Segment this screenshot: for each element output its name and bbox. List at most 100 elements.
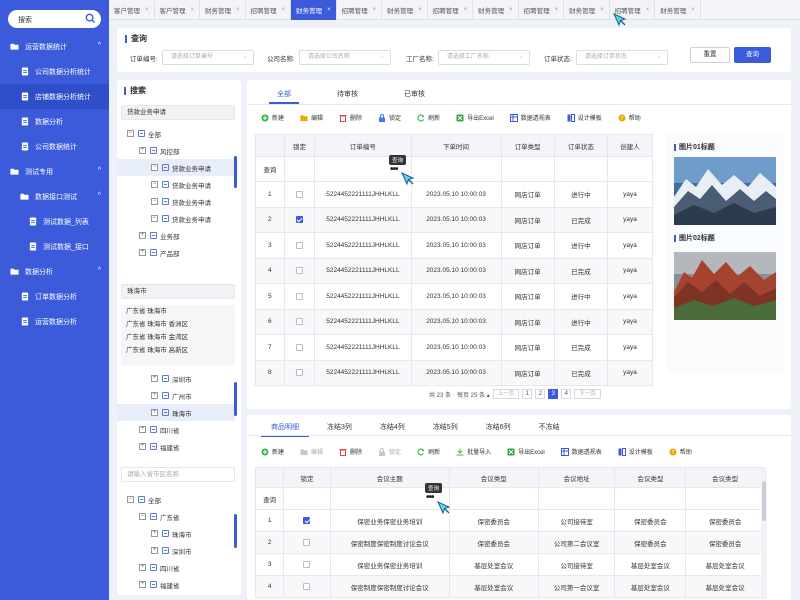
table-row[interactable]: 6 5224452221111JHHLKLL 2023.05.10 10:00:03… xyxy=(255,308,654,335)
toolbar-button[interactable]: 锁定 xyxy=(378,447,401,456)
filter-cell[interactable] xyxy=(685,487,765,510)
page-button[interactable]: 4 xyxy=(561,389,572,399)
tree-toggle-icon[interactable]: − xyxy=(139,513,146,520)
tree-toggle-icon[interactable]: + xyxy=(151,530,158,537)
row-checkbox[interactable] xyxy=(295,343,303,351)
tree-node[interactable]: + 业务部 xyxy=(117,227,235,244)
tree-node[interactable]: − 贷款业务申请 xyxy=(117,210,235,227)
chevron-up-icon[interactable]: ^ xyxy=(98,267,101,274)
sidebar-item[interactable]: 店铺数据分析统计 xyxy=(0,84,109,109)
tab[interactable]: 财务管理 × xyxy=(291,0,337,20)
tree-toggle-icon[interactable]: − xyxy=(151,181,158,188)
tab[interactable]: 财务管理 × xyxy=(564,0,610,20)
table-row[interactable]: 8 5224452221111JHHLKLL 2023.05.10 10:00:03… xyxy=(255,359,654,386)
row-checkbox[interactable] xyxy=(295,369,303,377)
close-icon[interactable]: × xyxy=(600,7,604,13)
sidebar-item[interactable]: 订单数据分析 xyxy=(0,284,109,309)
company-select[interactable]: 请选择公司名称 ⌄ xyxy=(298,50,391,65)
table-row[interactable]: 4 保密制度保密制度讨论会议 基层处室会议 公司第一会议室 基层处室会议 基层处室会议 xyxy=(254,575,765,598)
column-header[interactable]: 订单类型 xyxy=(500,134,555,157)
column-header[interactable]: 会议类型 xyxy=(685,467,765,488)
close-icon[interactable]: × xyxy=(282,7,286,13)
tab[interactable]: 客户管理 × xyxy=(109,0,155,20)
tree-toggle-icon[interactable]: + xyxy=(139,232,146,239)
toolbar-button[interactable]: 刷新 xyxy=(417,447,440,456)
reset-button[interactable]: 重置 xyxy=(690,47,730,63)
tab[interactable]: 财务管理 × xyxy=(473,0,519,20)
row-checkbox[interactable] xyxy=(295,292,303,300)
toolbar-button[interactable]: 刷新 xyxy=(417,113,440,122)
tree-toggle-icon[interactable]: − xyxy=(151,164,158,171)
row-checkbox[interactable] xyxy=(295,216,303,224)
tree-node[interactable]: − 全部 xyxy=(117,491,235,508)
tab[interactable]: 客户管理 × xyxy=(155,0,201,20)
sidebar-item[interactable]: 测试数据_接口 xyxy=(0,234,109,259)
tree-node[interactable]: − 贷款业务申请 xyxy=(117,193,235,210)
column-header[interactable]: 会议地址 xyxy=(537,467,616,488)
table-row[interactable]: 7 5224452221111JHHLKLL 2023.05.10 10:00:03… xyxy=(255,334,654,361)
province-search-input[interactable]: 请输入省市区名称 xyxy=(121,467,235,482)
sidebar-item[interactable]: 公司数据统计 xyxy=(0,134,109,159)
toolbar-button[interactable]: 编辑 xyxy=(300,447,323,456)
mountain-image-1[interactable] xyxy=(674,157,776,225)
mountain-image-2[interactable] xyxy=(674,252,776,320)
table-row[interactable]: 3 5224452221111JHHLKLL 2023.05.10 10:00:03… xyxy=(255,232,654,259)
column-header[interactable]: 下单时间 xyxy=(410,134,502,157)
order-status-select[interactable]: 请选择订单状态 ⌄ xyxy=(575,50,668,65)
table-row[interactable]: 5 5224452221111JHHLKLL 2023.05.10 10:00:03… xyxy=(255,283,654,310)
sidebar-search-input[interactable]: 搜索 xyxy=(8,10,101,28)
tab[interactable]: 财务管理 × xyxy=(655,0,701,20)
sidebar-item[interactable]: 运营数据分析 xyxy=(0,309,109,334)
tree-toggle-icon[interactable]: + xyxy=(151,547,158,554)
sidebar-item[interactable]: 数据接口测试 ^ xyxy=(0,184,109,209)
page-button[interactable]: 1 xyxy=(522,389,533,399)
city-tree-scrollbar[interactable] xyxy=(234,382,237,416)
row-checkbox[interactable] xyxy=(303,582,311,590)
table-row[interactable]: 4 5224452221111JHHLKLL 2023.05.10 10:00:03… xyxy=(255,257,654,284)
tree-node[interactable]: + 四川省 xyxy=(117,559,235,576)
row-checkbox[interactable] xyxy=(303,560,311,568)
filter-cell[interactable] xyxy=(606,156,654,182)
column-header[interactable]: 订单状态 xyxy=(553,134,608,157)
prev-page-button[interactable]: 上一页 xyxy=(492,389,520,399)
toolbar-button[interactable]: 新建 xyxy=(261,113,284,122)
page-size-select[interactable]: 每页 25 条 ▴ xyxy=(457,390,490,399)
tree-node[interactable]: + 珠海市 xyxy=(117,525,235,542)
close-icon[interactable]: × xyxy=(373,7,377,13)
sidebar-item[interactable]: 数据分析 ^ xyxy=(0,259,109,284)
toolbar-button[interactable]: ? 帮助 xyxy=(669,447,692,456)
table-scrollbar-thumb[interactable] xyxy=(762,481,766,521)
toolbar-button[interactable]: 删除 xyxy=(339,447,362,456)
tree-node[interactable]: − 全部 xyxy=(117,125,235,142)
close-icon[interactable]: × xyxy=(191,7,195,13)
filter-cell[interactable] xyxy=(500,156,555,182)
tab[interactable]: 招聘管理 × xyxy=(337,0,383,20)
chevron-up-icon[interactable]: ^ xyxy=(98,42,101,49)
column-header[interactable]: 会议类型 xyxy=(614,467,687,488)
table-row[interactable]: 1 保密业务保密业务培训 保密委员会 公司接待室 保密委员会 保密委员会 xyxy=(254,509,765,532)
tree-node[interactable]: + 风控部 xyxy=(117,142,235,159)
filter-cell[interactable] xyxy=(283,487,331,510)
tree-node[interactable]: + 广州市 xyxy=(117,387,235,404)
close-icon[interactable]: × xyxy=(691,7,695,13)
toolbar-button[interactable]: 导出Excel xyxy=(507,447,545,456)
toolbar-button[interactable]: 编辑 xyxy=(300,113,323,122)
tree-toggle-icon[interactable]: − xyxy=(151,198,158,205)
toolbar-button[interactable]: 设计模板 xyxy=(618,447,653,456)
column-header[interactable]: 锁定 xyxy=(283,467,331,488)
toolbar-button[interactable]: 设计模板 xyxy=(567,113,602,122)
sidebar-item[interactable]: 公司数据分析统计 xyxy=(0,59,109,84)
tree-node[interactable]: + 福建省 xyxy=(117,576,235,593)
column-header[interactable]: 创建人 xyxy=(606,134,654,157)
factory-select[interactable]: 请选择工厂名称 ⌄ xyxy=(437,50,530,65)
close-icon[interactable]: × xyxy=(145,7,149,13)
close-icon[interactable]: × xyxy=(418,7,422,13)
tree-toggle-icon[interactable]: + xyxy=(139,147,146,154)
province-tree-scrollbar[interactable] xyxy=(234,514,237,548)
region-option[interactable]: 广东省 珠海市 金湾区 xyxy=(121,331,235,344)
table-row[interactable]: 1 5224452221111JHHLKLL 2023.05.10 10:00:03… xyxy=(255,181,654,208)
close-icon[interactable]: × xyxy=(464,7,468,13)
row-checkbox[interactable] xyxy=(303,516,311,524)
tab[interactable]: 招聘管理 × xyxy=(519,0,565,20)
toolbar-button[interactable]: 锁定 xyxy=(378,113,401,122)
